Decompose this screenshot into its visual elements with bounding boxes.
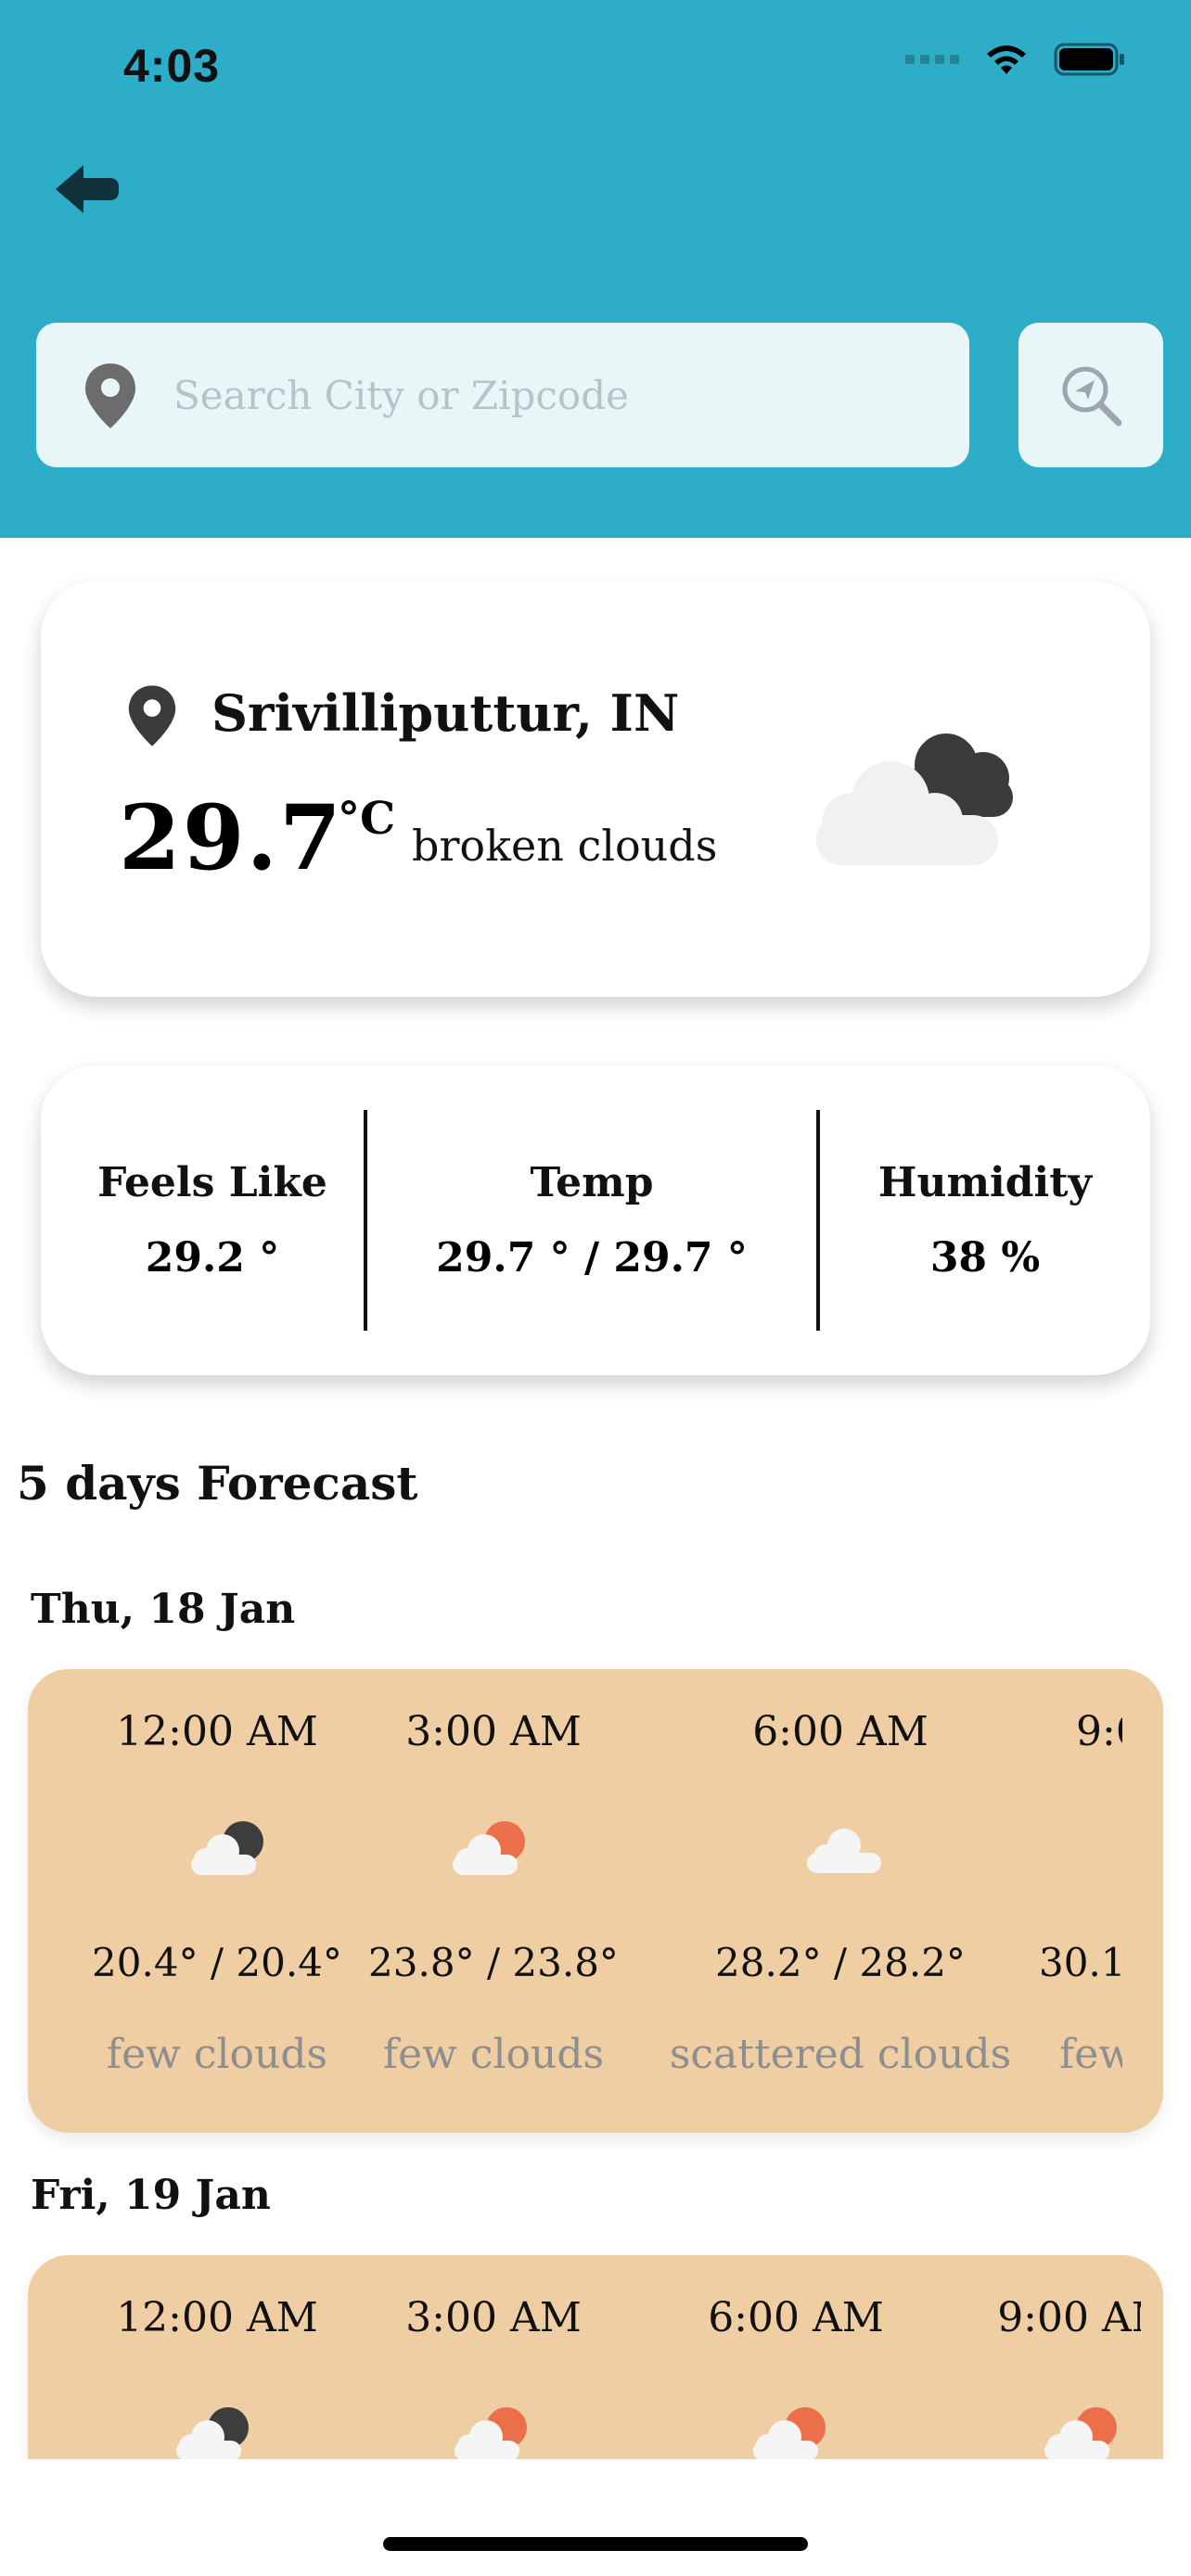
back-button[interactable]	[52, 159, 126, 224]
map-pin-icon	[85, 363, 135, 428]
day-title: Thu, 18 Jan	[31, 1586, 296, 1633]
app-header: 4:03	[0, 0, 1191, 538]
few-clouds-day-icon	[1044, 2407, 1117, 2461]
search-input[interactable]	[173, 323, 934, 467]
map-pin-icon	[128, 685, 176, 746]
slot-time: 9:00 AM	[997, 2294, 1163, 2341]
stat-value: 29.7 ° / 29.7 °	[436, 1234, 748, 1282]
bottom-safe-area	[0, 2459, 1191, 2576]
status-time: 4:03	[123, 40, 221, 92]
humidity-stat: Humidity 38 %	[820, 1065, 1150, 1375]
slot-description: scattered clouds	[669, 2031, 1012, 2078]
feels-like-stat: Feels Like 29.2 °	[41, 1065, 384, 1375]
slot-time: 3:00 AM	[405, 1708, 582, 1755]
scroll-mask	[1122, 1669, 1163, 2133]
status-icons	[905, 41, 1126, 78]
stat-value: 38 %	[929, 1234, 1041, 1282]
weather-description: broken clouds	[412, 821, 718, 871]
home-indicator[interactable]	[383, 2537, 808, 2551]
current-temperature: 29.7	[119, 785, 343, 890]
stat-label: Temp	[530, 1159, 654, 1206]
current-weather-card: Srivilliputtur, IN 29.7 °C broken clouds	[41, 581, 1150, 997]
search-bar	[36, 323, 969, 467]
cellular-signal-icon	[905, 55, 959, 64]
temperature-unit: °C	[338, 793, 396, 845]
stat-label: Feels Like	[97, 1159, 327, 1206]
slot-time: 6:00 AM	[752, 1708, 928, 1755]
stat-value: 29.2 °	[145, 1234, 280, 1282]
slot-time: 3:00 AM	[405, 2294, 582, 2341]
arrow-left-icon	[56, 165, 119, 213]
slot-description: few clouds	[382, 2031, 605, 2078]
scattered-clouds-icon	[807, 1829, 881, 1873]
weather-details-card: Feels Like 29.2 ° Temp 29.7 ° / 29.7 ° H…	[41, 1065, 1150, 1375]
location-name: Srivilliputtur, IN	[211, 683, 680, 743]
few-clouds-day-icon	[753, 2407, 826, 2461]
few-clouds-day-icon	[453, 1821, 525, 1875]
forecast-title: 5 days Forecast	[17, 1456, 418, 1511]
locate-button[interactable]	[1018, 323, 1163, 467]
slot-temp-range: 23.8° / 23.8°	[368, 1940, 619, 1985]
day-title: Fri, 19 Jan	[31, 2172, 271, 2219]
stat-label: Humidity	[877, 1159, 1093, 1206]
broken-clouds-icon	[816, 733, 1013, 865]
wifi-icon	[987, 45, 1026, 74]
day-forecast-card[interactable]: 12:00 AM 20.4° / 20.4° few clouds 3:00 A…	[28, 1669, 1163, 2133]
slot-temp-range: 28.2° / 28.2°	[715, 1940, 966, 1985]
few-clouds-night-icon	[176, 2407, 249, 2461]
temp-range-stat: Temp 29.7 ° / 29.7 °	[367, 1065, 816, 1375]
battery-icon	[1054, 43, 1124, 76]
slot-time: 6:00 AM	[708, 2294, 884, 2341]
location-search-icon	[1062, 366, 1122, 427]
few-clouds-night-icon	[191, 1821, 263, 1875]
few-clouds-day-icon	[455, 2407, 527, 2461]
